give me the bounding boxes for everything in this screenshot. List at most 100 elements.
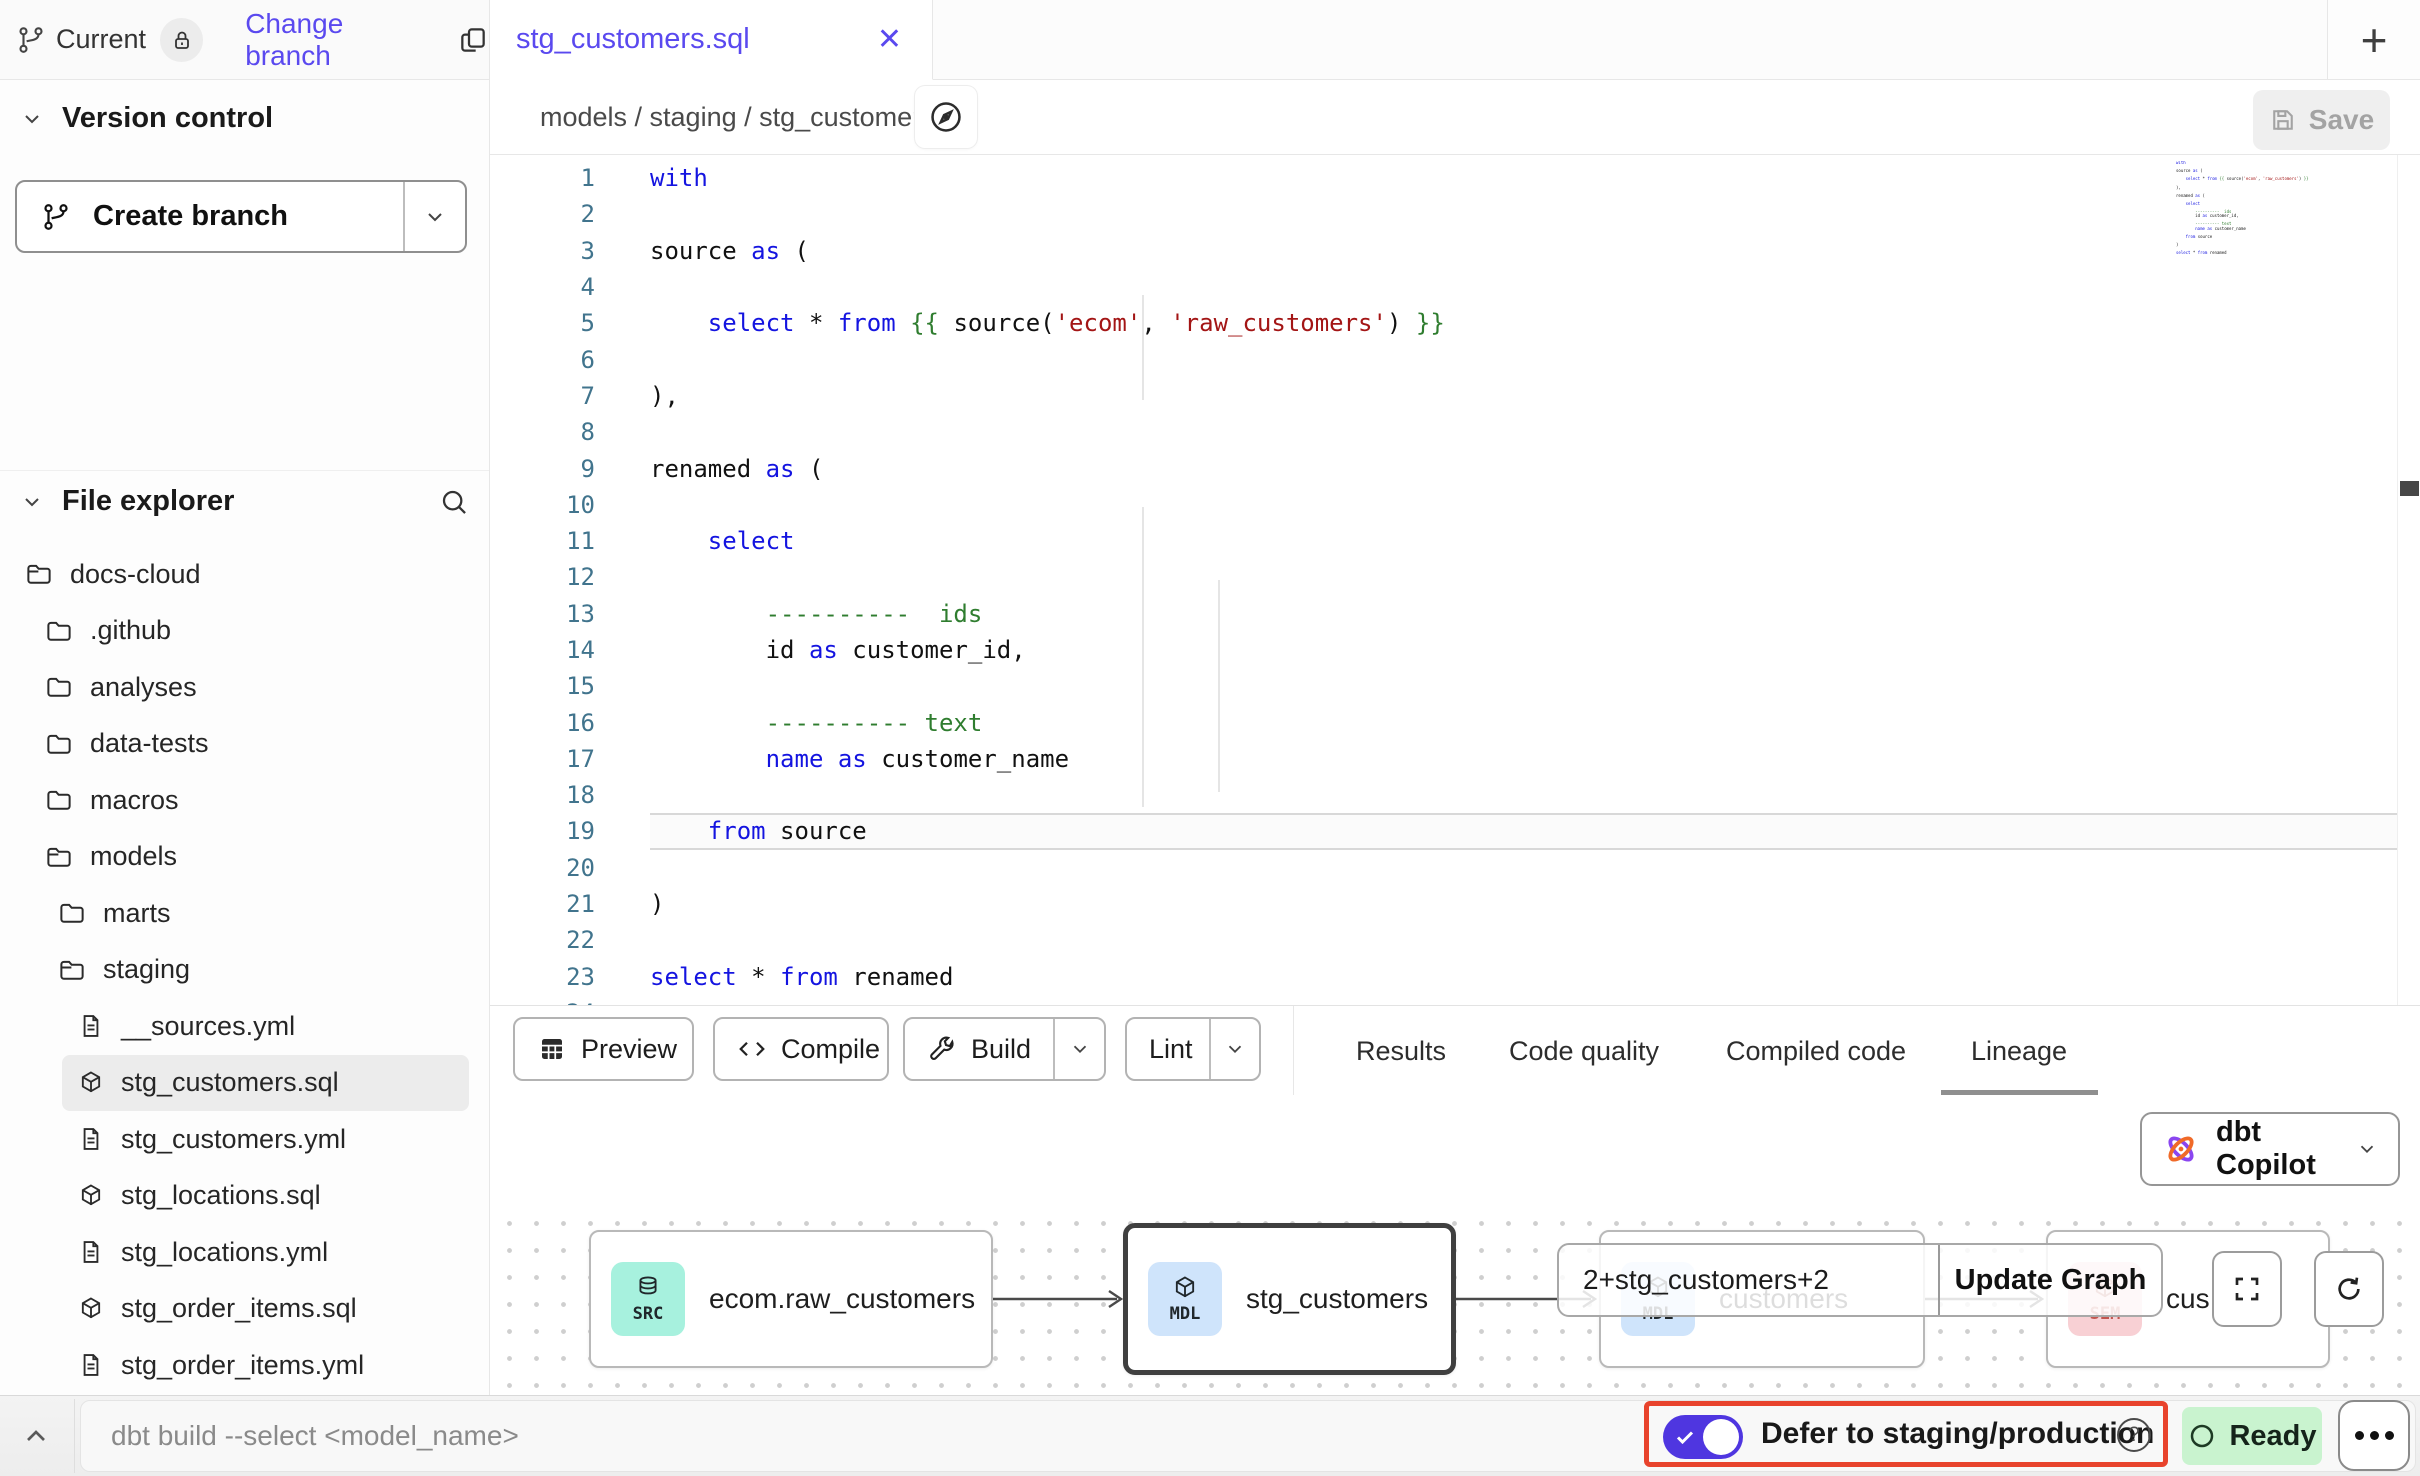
code-line-7[interactable]: 7), <box>490 378 2397 414</box>
update-graph-button[interactable]: Update Graph <box>1940 1245 2161 1315</box>
code-line-22[interactable]: 22 <box>490 922 2397 958</box>
code-line-17[interactable]: 17 name as customer_name <box>490 741 2397 777</box>
code-editor[interactable]: 1with23source as (45 select * from {{ so… <box>490 155 2420 1005</box>
lineage-graph[interactable]: SRC ecom.raw_customers MDL stg_customers… <box>490 1200 2420 1395</box>
lint-button[interactable]: Lint <box>1125 1017 1261 1081</box>
version-control-header[interactable]: Version control <box>20 102 273 135</box>
code-line-24[interactable]: 24 <box>490 995 2397 1005</box>
sidebar: Version control Create branch File explo… <box>0 80 490 1395</box>
code-line-6[interactable]: 6 <box>490 341 2397 377</box>
file-tree-item-stg-order-items-sql[interactable]: stg_order_items.sql <box>0 1281 489 1338</box>
file-label: stg_customers.yml <box>121 1124 346 1155</box>
code-line-2[interactable]: 2 <box>490 196 2397 232</box>
file-tree-item--github[interactable]: .github <box>0 603 489 660</box>
file-tree-item-stg-order-items-yml[interactable]: stg_order_items.yml <box>0 1337 489 1394</box>
preview-button[interactable]: Preview <box>513 1017 694 1081</box>
code-line-10[interactable]: 10 <box>490 487 2397 523</box>
version-control-title: Version control <box>62 102 273 135</box>
code-line-19[interactable]: 19 from source <box>490 813 2397 849</box>
change-branch-link[interactable]: Change branch <box>245 8 433 72</box>
code-line-11[interactable]: 11 select <box>490 523 2397 559</box>
current-branch-label: Current <box>56 24 146 55</box>
chevron-up-icon[interactable] <box>20 1420 52 1452</box>
code-line-9[interactable]: 9renamed as ( <box>490 450 2397 486</box>
create-branch-dropdown[interactable] <box>405 205 465 229</box>
copilot-compass-button[interactable] <box>915 86 977 148</box>
file-tree-item-stg-customers-yml[interactable]: stg_customers.yml <box>0 1111 489 1168</box>
file-tree-item-analyses[interactable]: analyses <box>0 659 489 716</box>
lineage-selector-input[interactable]: 2+stg_customers+2 <box>1559 1245 1940 1315</box>
refresh-icon <box>2333 1273 2365 1305</box>
file-label: __sources.yml <box>121 1011 295 1042</box>
code-line-21[interactable]: 21) <box>490 886 2397 922</box>
defer-highlight-annotation: Defer to staging/production ? <box>1644 1401 2168 1467</box>
tab-code-quality[interactable]: Code quality <box>1509 1006 1659 1096</box>
code-line-15[interactable]: 15 <box>490 668 2397 704</box>
help-icon[interactable]: ? <box>2117 1418 2151 1452</box>
build-button[interactable]: Build <box>903 1017 1106 1081</box>
line-number: 17 <box>490 745 595 773</box>
search-icon[interactable] <box>438 486 470 518</box>
tab-stg-customers-sql[interactable]: stg_customers.sql ✕ <box>490 0 933 80</box>
line-number: 7 <box>490 382 595 410</box>
code-line-3[interactable]: 3source as ( <box>490 233 2397 269</box>
chevron-down-icon <box>423 205 447 229</box>
file-tree-item-models[interactable]: models <box>0 829 489 886</box>
lint-dropdown[interactable] <box>1209 1019 1259 1079</box>
build-dropdown[interactable] <box>1053 1019 1104 1079</box>
lineage-node-source[interactable]: SRC ecom.raw_customers <box>589 1230 993 1368</box>
fullscreen-button[interactable] <box>2212 1251 2282 1327</box>
file-tree-item--sources-yml[interactable]: __sources.yml <box>0 998 489 1055</box>
node-label: ecom.raw_customers <box>709 1283 975 1315</box>
more-options-button[interactable] <box>2338 1400 2410 1471</box>
file-label: stg_locations.yml <box>121 1237 328 1268</box>
file-explorer-header[interactable]: File explorer <box>20 485 234 518</box>
line-number: 16 <box>490 709 595 737</box>
indent-guide <box>1218 580 1220 792</box>
file-tree-item-docs-cloud[interactable]: docs-cloud <box>0 546 489 603</box>
code-line-4[interactable]: 4 <box>490 269 2397 305</box>
tab-compiled-code[interactable]: Compiled code <box>1726 1006 1906 1096</box>
dbt-copilot-button[interactable]: dbt Copilot <box>2140 1112 2400 1186</box>
file-label: models <box>90 841 177 872</box>
code-text: from source <box>650 817 867 845</box>
folder-open-icon <box>44 842 74 872</box>
file-tree-item-marts[interactable]: marts <box>0 885 489 942</box>
code-line-13[interactable]: 13 ---------- ids <box>490 596 2397 632</box>
code-line-23[interactable]: 23select * from renamed <box>490 959 2397 995</box>
code-line-16[interactable]: 16 ---------- text <box>490 704 2397 740</box>
code-line-20[interactable]: 20 <box>490 850 2397 886</box>
code-line-18[interactable]: 18 <box>490 777 2397 813</box>
code-line-8[interactable]: 8 <box>490 414 2397 450</box>
code-line-12[interactable]: 12 <box>490 559 2397 595</box>
save-icon <box>2269 106 2297 134</box>
scrollbar-thumb[interactable] <box>2400 481 2419 496</box>
file-label: stg_customers.sql <box>121 1067 339 1098</box>
line-number: 23 <box>490 963 595 991</box>
defer-toggle[interactable] <box>1663 1415 1743 1459</box>
create-branch-button[interactable]: Create branch <box>15 180 467 253</box>
code-line-5[interactable]: 5 select * from {{ source('ecom', 'raw_c… <box>490 305 2397 341</box>
editor-minimap[interactable]: with source as ( select * from {{ source… <box>2176 161 2388 461</box>
code-text: select * from {{ source('ecom', 'raw_cus… <box>650 309 1445 337</box>
save-label: Save <box>2309 104 2374 136</box>
compile-button[interactable]: Compile <box>713 1017 889 1081</box>
file-tree-item-staging[interactable]: staging <box>0 942 489 999</box>
save-button[interactable]: Save <box>2253 90 2390 150</box>
file-tree-item-macros[interactable]: macros <box>0 772 489 829</box>
file-label: stg_order_items.yml <box>121 1350 364 1381</box>
code-line-1[interactable]: 1with <box>490 160 2397 196</box>
file-tree-item-stg-locations-yml[interactable]: stg_locations.yml <box>0 1224 489 1281</box>
new-tab-button[interactable]: + <box>2328 0 2420 79</box>
lineage-node-stg-customers[interactable]: MDL stg_customers <box>1123 1223 1456 1375</box>
lint-label: Lint <box>1149 1034 1193 1065</box>
close-tab-icon[interactable]: ✕ <box>877 25 902 55</box>
tab-results[interactable]: Results <box>1356 1006 1446 1096</box>
code-line-14[interactable]: 14 id as customer_id, <box>490 632 2397 668</box>
copy-branch-icon[interactable] <box>457 24 489 56</box>
file-tree-item-stg-customers-sql[interactable]: stg_customers.sql <box>62 1055 469 1112</box>
file-tree-item-data-tests[interactable]: data-tests <box>0 716 489 773</box>
tab-lineage[interactable]: Lineage <box>1971 1006 2067 1096</box>
file-tree-item-stg-locations-sql[interactable]: stg_locations.sql <box>0 1168 489 1225</box>
refresh-button[interactable] <box>2314 1251 2384 1327</box>
